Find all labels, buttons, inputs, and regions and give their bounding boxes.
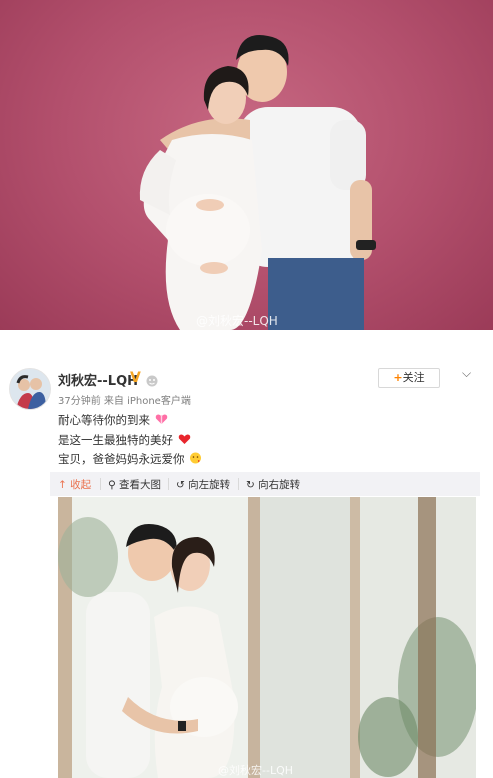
post-line-2: 是这一生最独特的美好	[58, 432, 191, 448]
top-photo-watermark: @刘秋宏--LQH	[196, 314, 278, 328]
plus-icon: +	[393, 371, 403, 384]
collapse-arrow-icon: ↑	[58, 479, 67, 491]
post-line-3-text: 宝贝，爸爸妈妈永远爱你	[58, 452, 185, 466]
view-large-button[interactable]: ⚲ 查看大图	[108, 477, 161, 492]
couple-window-illustration	[58, 497, 476, 778]
rotate-left-label: 向左旋转	[188, 479, 231, 491]
post-meta: 37分钟前 来自 iPhone客户端	[58, 396, 191, 407]
toolbar-divider	[238, 478, 239, 490]
rotate-right-label: 向右旋转	[258, 479, 301, 491]
post-line-1-text: 耐心等待你的到来	[58, 413, 150, 427]
avatar[interactable]	[9, 368, 51, 410]
post-line-1: 耐心等待你的到来	[58, 412, 168, 428]
rotate-left-icon: ↺	[176, 479, 185, 491]
follow-button[interactable]: +关注	[378, 368, 440, 388]
rotate-left-button[interactable]: ↺ 向左旋转	[176, 477, 230, 492]
toolbar-divider	[100, 478, 101, 490]
rotate-right-icon: ↻	[246, 479, 255, 491]
post-line-2-text: 是这一生最独特的美好	[58, 433, 173, 447]
post-image[interactable]: @刘秋宏--LQH	[58, 497, 476, 778]
collapse-label: 收起	[70, 479, 92, 491]
kiss-face-icon	[190, 452, 202, 464]
chevron-down-icon[interactable]: ⌵	[462, 366, 471, 381]
heart-gift-icon	[155, 414, 167, 424]
post-image-watermark: @刘秋宏--LQH	[218, 764, 293, 777]
collapse-button[interactable]: ↑ 收起	[58, 477, 91, 492]
avatar-image	[10, 369, 50, 409]
verified-badge-icon: V	[130, 370, 141, 386]
red-heart-icon	[178, 434, 190, 444]
search-icon: ⚲	[108, 479, 116, 491]
top-couple-photo[interactable]: @刘秋宏--LQH	[0, 0, 493, 330]
section-gap	[0, 330, 493, 350]
level-badge-icon	[146, 372, 158, 391]
couple-illustration	[139, 35, 376, 330]
username[interactable]: 刘秋宏--LQH	[58, 370, 138, 389]
view-large-label: 查看大图	[119, 479, 162, 491]
post-line-3: 宝贝，爸爸妈妈永远爱你	[58, 451, 202, 467]
image-toolbar: ↑ 收起 ⚲ 查看大图 ↺ 向左旋转 ↻ 向右旋转	[50, 472, 480, 496]
rotate-right-button[interactable]: ↻ 向右旋转	[246, 477, 300, 492]
toolbar-divider	[168, 478, 169, 490]
follow-label: 关注	[402, 371, 425, 384]
